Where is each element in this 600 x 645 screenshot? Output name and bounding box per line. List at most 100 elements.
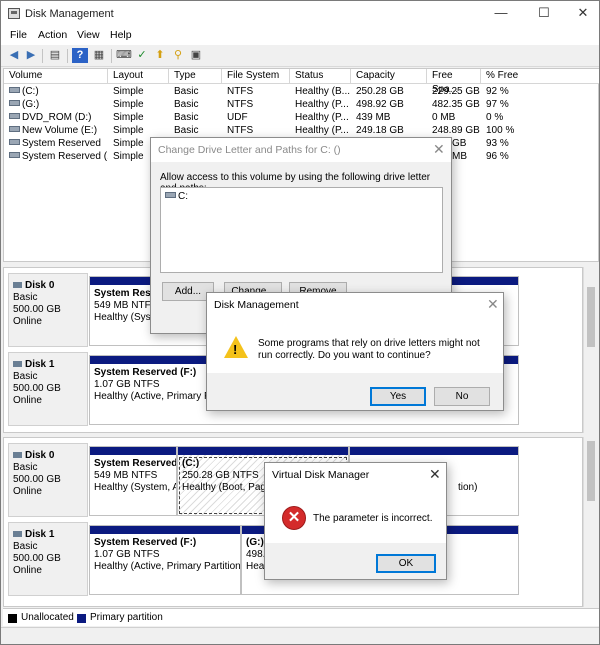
table-cell: NTFS [227, 125, 254, 136]
list-item[interactable]: C: [165, 191, 188, 202]
volume-icon [9, 152, 20, 158]
disk-management-app-icon [8, 8, 20, 19]
drive-icon [165, 192, 176, 198]
menu-view[interactable]: View [77, 29, 100, 41]
column-header-file-system[interactable]: File System [222, 69, 290, 84]
table-cell: 229.25 GB [432, 86, 480, 97]
table-cell: Basic [174, 112, 199, 123]
table-cell: Simple [113, 112, 144, 123]
disk-icon [13, 452, 22, 458]
volume-icon [9, 100, 20, 106]
legend: Unallocated Primary partition [3, 608, 599, 626]
column-header-capacity[interactable]: Capacity [351, 69, 427, 84]
disk-map-scrollbar-lower[interactable] [583, 437, 597, 607]
refresh-icon[interactable]: ⌨ [116, 48, 132, 63]
legend-label-unallocated: Unallocated [21, 612, 74, 623]
settings-icon[interactable]: ▣ [188, 48, 204, 63]
table-cell: Basic [174, 86, 199, 97]
table-row-volume[interactable]: (G:) [4, 98, 108, 111]
disk-icon [13, 531, 22, 537]
disk-map-scrollbar-upper[interactable] [583, 267, 597, 433]
table-row-volume[interactable]: System Reserved (... [4, 150, 108, 163]
table-cell: 0 % [486, 112, 504, 123]
disk-1-label[interactable]: Disk 1 Basic 500.00 GB Online [8, 352, 88, 426]
column-header-free-space[interactable]: Free Spa... [427, 69, 481, 95]
table-cell: 96 % [486, 151, 509, 162]
table-cell: Healthy (B... [295, 86, 351, 97]
table-cell: 100 % [486, 125, 515, 136]
close-icon[interactable]: ✕ [429, 466, 441, 483]
drive-letter-list[interactable]: C: [160, 187, 443, 273]
table-cell: 439 MB [356, 112, 391, 123]
toolbar-separator [67, 49, 68, 63]
disk-0-label[interactable]: Disk 0 Basic 500.00 GB Online [8, 443, 88, 517]
disk-icon [13, 361, 22, 367]
dialog-message: Some programs that rely on drive letters… [258, 338, 480, 361]
menu-help[interactable]: Help [110, 29, 132, 41]
warning-icon [224, 336, 248, 358]
menu-action[interactable]: Action [38, 29, 67, 41]
column-header-type[interactable]: Type [169, 69, 222, 84]
close-icon[interactable]: ✕ [433, 141, 445, 158]
legend-swatch-unallocated [8, 614, 17, 623]
close-button[interactable]: ✕ [567, 4, 599, 24]
column-header-layout[interactable]: Layout [108, 69, 169, 84]
table-cell: Basic [174, 99, 199, 110]
forward-arrow-icon[interactable]: ▶ [23, 48, 39, 63]
search-icon[interactable]: ⚲ [170, 48, 186, 63]
error-dialog: Virtual Disk Manager ✕ ✕ The parameter i… [264, 462, 447, 580]
disk-1-label[interactable]: Disk 1 Basic 500.00 GB Online [8, 522, 88, 596]
table-cell: 249.18 GB [356, 125, 404, 136]
table-cell: Basic [174, 125, 199, 136]
error-icon: ✕ [282, 506, 306, 530]
minimize-button[interactable]: — [485, 4, 517, 24]
table-cell: Healthy (P... [295, 125, 349, 136]
table-cell: 498.92 GB [356, 99, 404, 110]
volume-icon [9, 126, 20, 132]
table-cell: NTFS [227, 86, 254, 97]
export-icon[interactable]: ⬆ [152, 48, 168, 63]
confirm-dialog: Disk Management ✕ Some programs that rel… [206, 292, 504, 411]
table-cell: NTFS [227, 99, 254, 110]
properties-icon[interactable]: ▦ [91, 48, 107, 63]
table-cell: 93 % [486, 138, 509, 149]
column-header-status[interactable]: Status [290, 69, 351, 84]
column-header-percent-free[interactable]: % Free [481, 69, 599, 84]
toolbar-separator [111, 49, 112, 63]
table-cell: 482.35 GB [432, 99, 480, 110]
table-cell: Healthy (P... [295, 112, 349, 123]
partition-system-reserved-f[interactable]: System Reserved (F:) 1.07 GB NTFS Health… [89, 525, 241, 595]
dialog-title: Virtual Disk Manager [272, 469, 370, 481]
close-icon[interactable]: ✕ [487, 296, 499, 313]
check-icon[interactable]: ✓ [134, 48, 150, 63]
ok-button[interactable]: OK [376, 554, 436, 573]
scrollbar-thumb[interactable] [587, 441, 595, 501]
window-title: Disk Management [25, 8, 114, 20]
table-cell: 248.89 GB [432, 125, 480, 136]
table-row-volume[interactable]: DVD_ROM (D:) [4, 111, 108, 124]
dialog-title: Disk Management [214, 299, 299, 311]
table-cell: 0 MB [432, 112, 456, 123]
table-cell: UDF [227, 112, 248, 123]
back-arrow-icon[interactable]: ◀ [6, 48, 22, 63]
partition-system-reserved[interactable]: System Reserved 549 MB NTFS Healthy (Sys… [89, 446, 177, 516]
console-tree-icon[interactable]: ▤ [47, 48, 63, 63]
table-row-volume[interactable]: System Reserved [4, 137, 108, 150]
legend-swatch-primary [77, 614, 86, 623]
help-icon[interactable]: ? [72, 48, 88, 63]
table-row-volume[interactable]: New Volume (E:) [4, 124, 108, 137]
table-cell: Simple [113, 99, 144, 110]
no-button[interactable]: No [434, 387, 490, 406]
disk-0-label[interactable]: Disk 0 Basic 500.00 GB Online [8, 273, 88, 347]
column-header-volume[interactable]: Volume [4, 69, 108, 84]
table-row-volume[interactable]: (C:) [4, 85, 108, 98]
scrollbar-thumb[interactable] [587, 287, 595, 347]
title-bar: Disk Management — ☐ ✕ [1, 1, 599, 27]
table-cell: Simple [113, 125, 144, 136]
table-cell: Healthy (P... [295, 99, 349, 110]
maximize-button[interactable]: ☐ [528, 4, 560, 24]
menu-file[interactable]: File [10, 29, 27, 41]
status-bar [1, 627, 599, 644]
menu-bar: File Action View Help [1, 27, 599, 45]
yes-button[interactable]: Yes [370, 387, 426, 406]
